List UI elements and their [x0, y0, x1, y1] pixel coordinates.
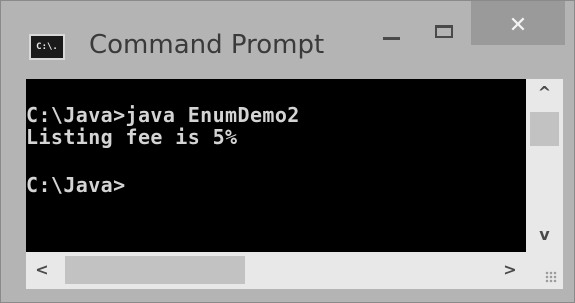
console-line-output: Listing fee is 5%: [26, 125, 238, 149]
scroll-up-arrow-icon[interactable]: ^: [526, 83, 563, 103]
horizontal-scroll-thumb[interactable]: [65, 256, 245, 284]
minimize-icon: [383, 37, 400, 40]
command-prompt-window: C:\. Command Prompt ✕ C:\Java>java EnumD…: [0, 0, 575, 303]
cmd-app-icon-label: C:\.: [36, 42, 58, 52]
close-button[interactable]: ✕: [471, 1, 565, 45]
maximize-icon: [435, 25, 453, 38]
resize-grip-icon[interactable]: [545, 271, 557, 283]
minimize-button[interactable]: [369, 1, 415, 45]
scroll-left-arrow-icon[interactable]: <: [30, 260, 54, 280]
vertical-scroll-thumb[interactable]: [530, 112, 559, 146]
vertical-scrollbar[interactable]: ^ v: [526, 79, 563, 252]
close-icon: ✕: [508, 13, 528, 38]
maximize-button[interactable]: [425, 1, 471, 45]
scrollbar-corner: [526, 252, 563, 289]
horizontal-scrollbar[interactable]: < >: [26, 252, 526, 289]
console-output[interactable]: C:\Java>java EnumDemo2 Listing fee is 5%…: [26, 79, 526, 252]
scroll-right-arrow-icon[interactable]: >: [498, 260, 522, 280]
window-title: Command Prompt: [89, 30, 325, 60]
console-line-prompt: C:\Java>: [26, 173, 126, 197]
cmd-app-icon[interactable]: C:\.: [29, 34, 65, 60]
console-line-command: C:\Java>java EnumDemo2: [26, 103, 300, 127]
title-bar[interactable]: C:\. Command Prompt ✕: [1, 1, 574, 81]
scroll-down-arrow-icon[interactable]: v: [526, 225, 563, 245]
